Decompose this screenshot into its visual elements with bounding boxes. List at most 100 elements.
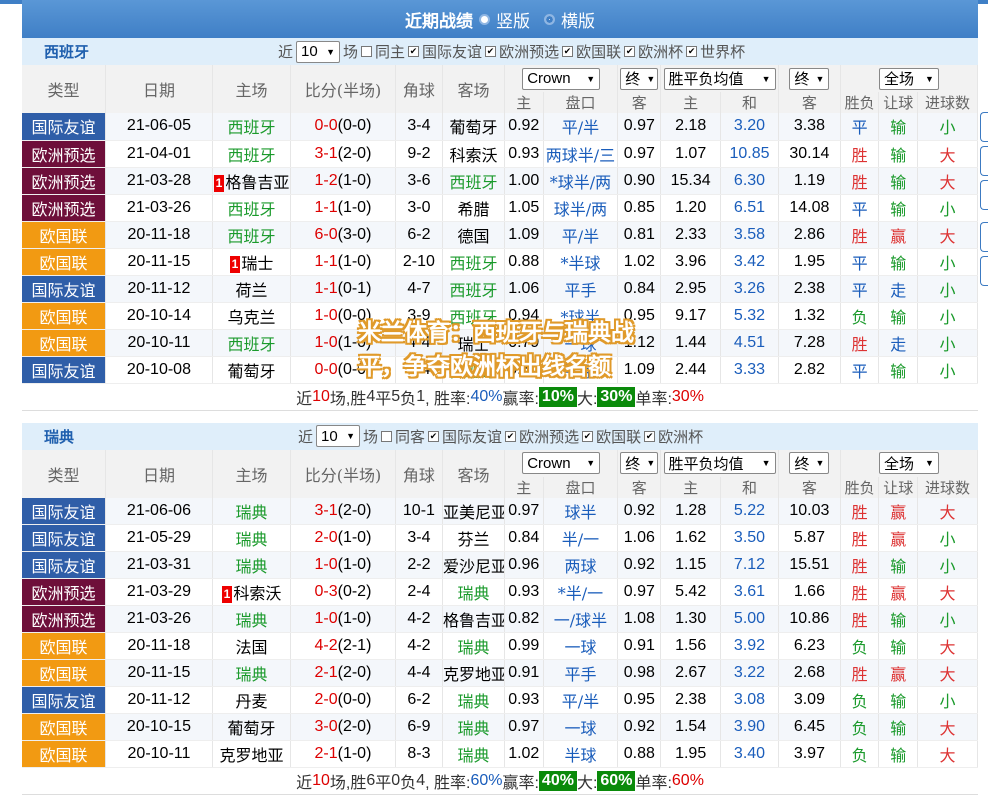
score-cell[interactable]: 0-0(0-0) <box>291 113 396 140</box>
match-row[interactable]: 国际友谊20-11-12丹麦2-0(0-0)6-2瑞典0.93平/半0.952.… <box>22 687 978 714</box>
match-row[interactable]: 欧国联20-11-15瑞典2-1(2-0)4-4克罗地亚0.91平手0.982.… <box>22 660 978 687</box>
home-team[interactable]: 西班牙 <box>212 329 290 356</box>
match-row[interactable]: 欧洲预选21-03-291科索沃0-3(0-2)2-4瑞典0.93*半/一0.9… <box>22 579 978 606</box>
score-cell[interactable]: 1-0(1-0) <box>291 606 396 633</box>
away-team[interactable]: 格鲁吉亚 <box>442 606 504 633</box>
match-row[interactable]: 欧国联20-11-18西班牙6-0(3-0)6-2德国1.09平/半0.812.… <box>22 221 978 248</box>
odds-end-select[interactable]: 终▼ <box>620 452 658 474</box>
side-tab-5[interactable] <box>980 256 988 286</box>
average-end-select[interactable]: 终▼ <box>789 452 829 474</box>
match-row[interactable]: 欧国联20-11-18法国4-2(2-1)4-2瑞典0.99一球0.911.56… <box>22 633 978 660</box>
competition-checkbox[interactable]: ✔ <box>505 431 516 442</box>
range-select[interactable]: 全场▼ <box>879 68 939 90</box>
home-team[interactable]: 乌克兰 <box>212 302 290 329</box>
competition-checkbox[interactable]: ✔ <box>408 46 419 57</box>
horizontal-radio[interactable] <box>544 14 555 25</box>
side-tab-2[interactable] <box>980 146 988 176</box>
away-team[interactable]: 葡萄牙 <box>442 113 504 140</box>
odds-end-header[interactable]: 终▼ <box>618 65 661 92</box>
match-row[interactable]: 欧洲预选21-03-281格鲁吉亚1-2(1-0)3-6西班牙1.00*球半/两… <box>22 167 978 194</box>
away-team[interactable]: 西班牙 <box>442 275 504 302</box>
home-team[interactable]: 1格鲁吉亚 <box>212 167 290 194</box>
match-count-select[interactable]: 10▼ <box>316 425 360 447</box>
match-row[interactable]: 国际友谊21-03-31瑞典1-0(1-0)2-2爱沙尼亚0.96两球0.921… <box>22 552 978 579</box>
competition-checkbox[interactable]: ✔ <box>624 46 635 57</box>
odds-company-header[interactable]: Crown▼ <box>505 65 618 92</box>
away-team[interactable]: 瑞典 <box>442 741 504 768</box>
vertical-label[interactable]: 竖版 <box>496 7 530 32</box>
home-team[interactable]: 西班牙 <box>212 113 290 140</box>
score-cell[interactable]: 2-1(2-0) <box>291 660 396 687</box>
average-end-header[interactable]: 终▼ <box>778 65 840 92</box>
away-team[interactable]: 瑞典 <box>442 714 504 741</box>
average-end-select[interactable]: 终▼ <box>789 68 829 90</box>
away-team[interactable]: 希腊 <box>442 194 504 221</box>
home-team[interactable]: 瑞典 <box>212 660 290 687</box>
score-cell[interactable]: 2-1(1-0) <box>291 741 396 768</box>
average-odds-header[interactable]: 胜平负均值▼ <box>661 65 779 92</box>
away-team[interactable]: 爱沙尼亚 <box>442 552 504 579</box>
range-header[interactable]: 全场▼ <box>840 450 977 477</box>
away-team[interactable]: 芬兰 <box>442 525 504 552</box>
home-team[interactable]: 瑞典 <box>212 552 290 579</box>
away-team[interactable]: 西班牙 <box>442 167 504 194</box>
home-team[interactable]: 丹麦 <box>212 687 290 714</box>
match-row[interactable]: 欧洲预选21-03-26瑞典1-0(1-0)4-2格鲁吉亚0.82一/球半1.0… <box>22 606 978 633</box>
home-team[interactable]: 葡萄牙 <box>212 356 290 383</box>
away-team[interactable]: 瑞典 <box>442 633 504 660</box>
home-team[interactable]: 1科索沃 <box>212 579 290 606</box>
same-venue-checkbox[interactable] <box>361 46 372 57</box>
odds-company-select[interactable]: Crown▼ <box>522 452 600 474</box>
match-row[interactable]: 欧国联20-11-151瑞士1-1(1-0)2-10西班牙0.88*半球1.02… <box>22 248 978 275</box>
side-tab-1[interactable] <box>980 112 988 142</box>
score-cell[interactable]: 3-0(2-0) <box>291 714 396 741</box>
away-team[interactable]: 科索沃 <box>442 140 504 167</box>
average-odds-select[interactable]: 胜平负均值▼ <box>664 68 776 90</box>
side-tab-4[interactable] <box>980 222 988 252</box>
vertical-radio[interactable] <box>479 14 490 25</box>
odds-end-header[interactable]: 终▼ <box>618 450 661 477</box>
odds-company-header[interactable]: Crown▼ <box>505 450 618 477</box>
score-cell[interactable]: 1-0(1-0) <box>291 552 396 579</box>
home-team[interactable]: 法国 <box>212 633 290 660</box>
competition-checkbox[interactable]: ✔ <box>644 431 655 442</box>
score-cell[interactable]: 2-0(1-0) <box>291 525 396 552</box>
range-header[interactable]: 全场▼ <box>840 65 977 92</box>
match-row[interactable]: 欧洲预选21-04-01西班牙3-1(2-0)9-2科索沃0.93两球半/三0.… <box>22 140 978 167</box>
score-cell[interactable]: 1-1(0-1) <box>291 275 396 302</box>
home-team[interactable]: 瑞典 <box>212 525 290 552</box>
average-end-header[interactable]: 终▼ <box>778 450 840 477</box>
home-team[interactable]: 葡萄牙 <box>212 714 290 741</box>
match-row[interactable]: 欧国联20-10-15葡萄牙3-0(2-0)6-9瑞典0.97一球0.921.5… <box>22 714 978 741</box>
horizontal-label[interactable]: 横版 <box>561 7 595 32</box>
competition-checkbox[interactable]: ✔ <box>686 46 697 57</box>
away-team[interactable]: 德国 <box>442 221 504 248</box>
competition-checkbox[interactable]: ✔ <box>428 431 439 442</box>
home-team[interactable]: 荷兰 <box>212 275 290 302</box>
match-row[interactable]: 国际友谊21-06-06瑞典3-1(2-0)10-1亚美尼亚0.97球半0.92… <box>22 498 978 525</box>
home-team[interactable]: 瑞典 <box>212 606 290 633</box>
match-row[interactable]: 欧国联20-10-11克罗地亚2-1(1-0)8-3瑞典1.02半球0.881.… <box>22 741 978 768</box>
same-venue-checkbox[interactable] <box>381 431 392 442</box>
home-team[interactable]: 克罗地亚 <box>212 741 290 768</box>
competition-checkbox[interactable]: ✔ <box>562 46 573 57</box>
home-team[interactable]: 1瑞士 <box>212 248 290 275</box>
score-cell[interactable]: 0-3(0-2) <box>291 579 396 606</box>
match-row[interactable]: 国际友谊21-05-29瑞典2-0(1-0)3-4芬兰0.84半/一1.061.… <box>22 525 978 552</box>
score-cell[interactable]: 1-1(1-0) <box>291 248 396 275</box>
competition-checkbox[interactable]: ✔ <box>582 431 593 442</box>
match-row[interactable]: 国际友谊20-11-12荷兰1-1(0-1)4-7西班牙1.06平手0.842.… <box>22 275 978 302</box>
match-count-select[interactable]: 10▼ <box>296 41 340 63</box>
average-odds-header[interactable]: 胜平负均值▼ <box>661 450 779 477</box>
score-cell[interactable]: 3-1(2-0) <box>291 498 396 525</box>
score-cell[interactable]: 1-1(1-0) <box>291 194 396 221</box>
score-cell[interactable]: 3-1(2-0) <box>291 140 396 167</box>
score-cell[interactable]: 4-2(2-1) <box>291 633 396 660</box>
away-team[interactable]: 亚美尼亚 <box>442 498 504 525</box>
match-row[interactable]: 欧洲预选21-03-26西班牙1-1(1-0)3-0希腊1.05球半/两0.85… <box>22 194 978 221</box>
range-select[interactable]: 全场▼ <box>879 452 939 474</box>
home-team[interactable]: 西班牙 <box>212 194 290 221</box>
away-team[interactable]: 瑞典 <box>442 687 504 714</box>
home-team[interactable]: 西班牙 <box>212 221 290 248</box>
away-team[interactable]: 瑞典 <box>442 579 504 606</box>
